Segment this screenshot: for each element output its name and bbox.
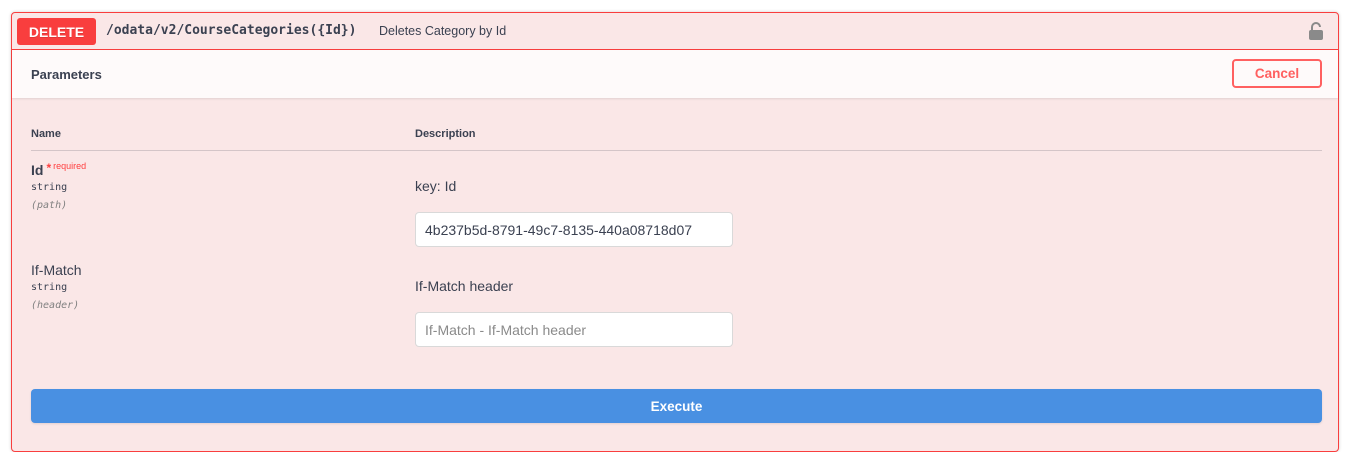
header-divider (31, 150, 1322, 151)
operation-path: /odata/v2/CourseCategories({Id}) (106, 23, 357, 38)
param-description: key: Id (415, 178, 457, 194)
param-location: (header) (31, 300, 80, 311)
http-method-badge: DELETE (17, 18, 96, 45)
operation-block-delete: DELETE /odata/v2/CourseCategories({Id}) … (11, 12, 1339, 452)
parameters-title: Parameters (31, 67, 102, 82)
operation-description: Deletes Category by Id (379, 24, 507, 38)
execute-button[interactable]: Execute (31, 389, 1322, 423)
lock-icon[interactable] (1308, 21, 1324, 41)
operation-summary[interactable]: DELETE /odata/v2/CourseCategories({Id}) … (12, 13, 1338, 50)
cancel-button[interactable]: Cancel (1232, 59, 1322, 88)
parameters-header: Parameters Cancel (12, 50, 1338, 98)
param-name: Id * required (31, 161, 87, 178)
column-header-description: Description (415, 128, 476, 140)
param-type: string (31, 282, 68, 293)
param-description: If-Match header (415, 278, 514, 294)
required-star: * (46, 161, 52, 175)
required-label: required (53, 161, 87, 171)
column-header-name: Name (31, 128, 61, 140)
param-name: If-Match (31, 262, 82, 278)
param-type: string (31, 182, 68, 193)
id-input[interactable] (415, 212, 733, 247)
param-location: (path) (31, 200, 68, 211)
if-match-input[interactable] (415, 312, 733, 347)
param-name-text: Id (31, 162, 44, 178)
